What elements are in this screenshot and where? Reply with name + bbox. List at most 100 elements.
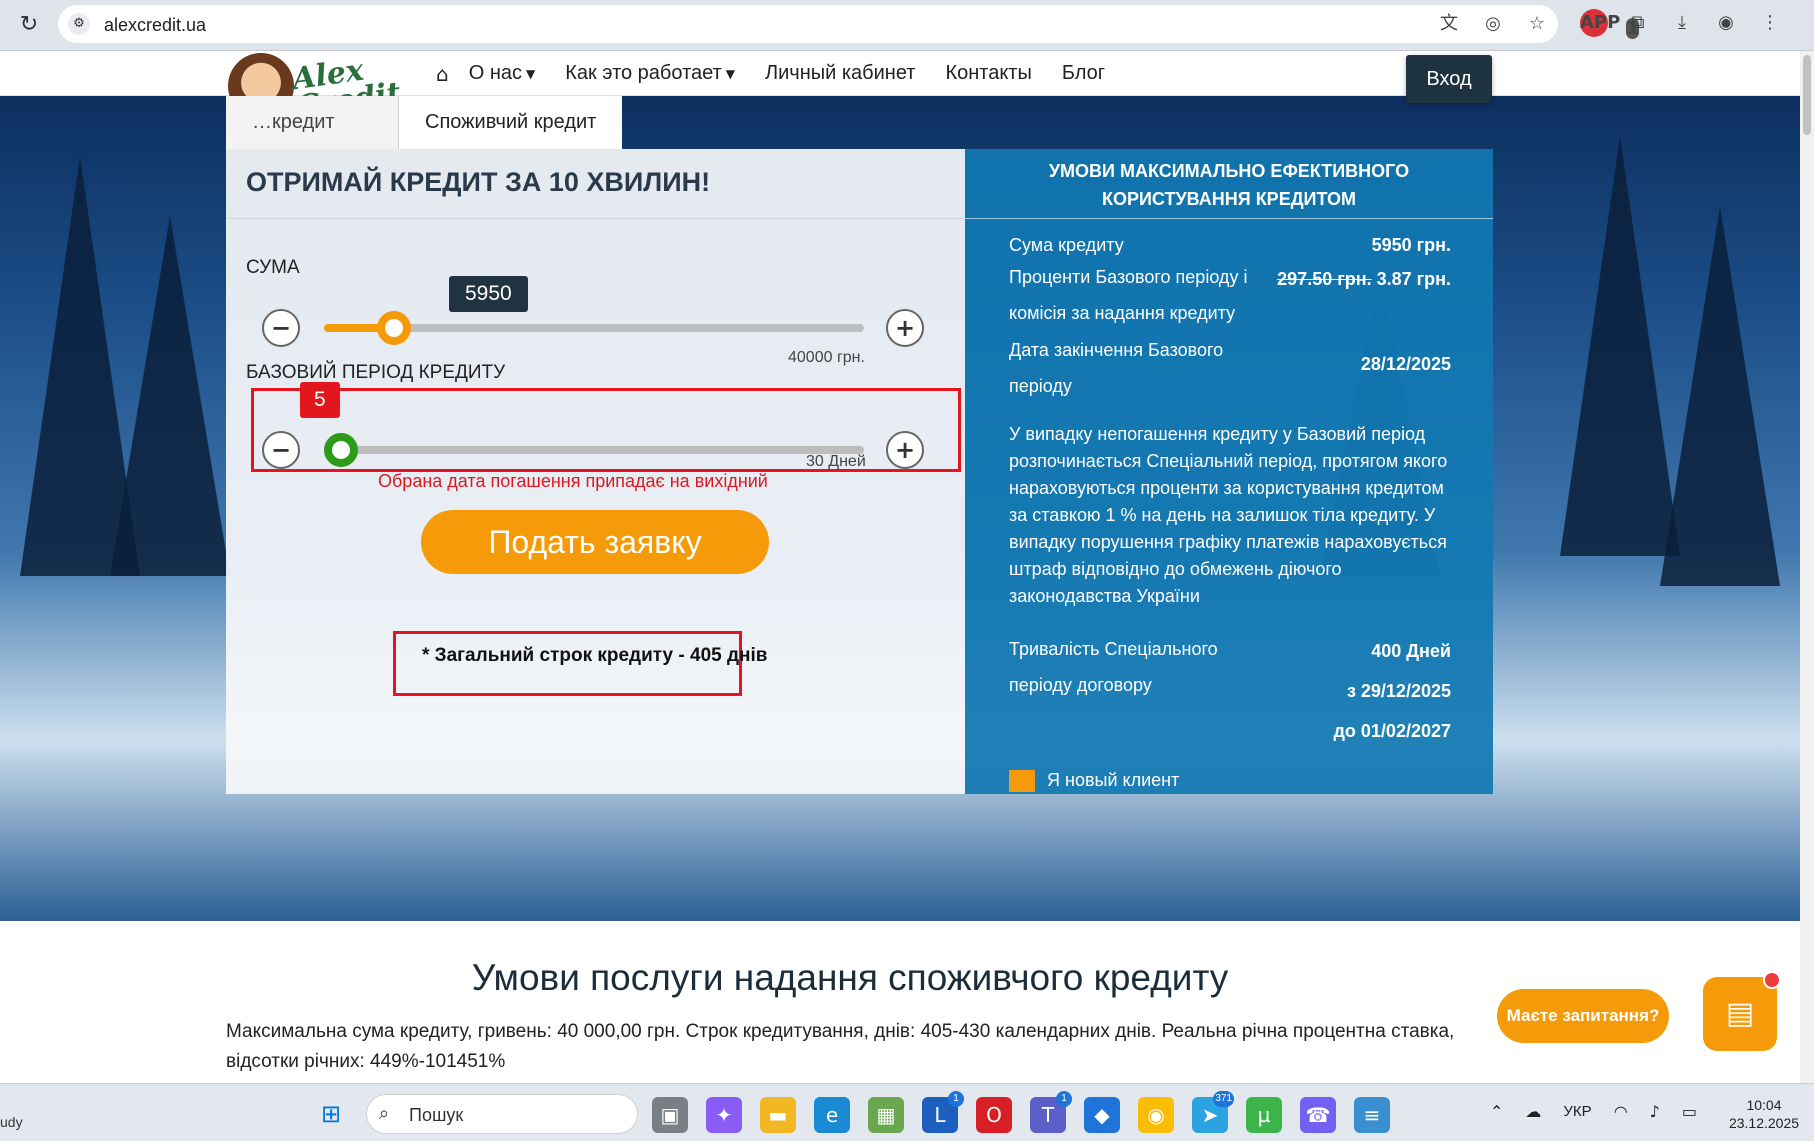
- caret-down-icon: ▼: [525, 66, 536, 81]
- l-app-badge: 1: [948, 1091, 964, 1107]
- translate-icon[interactable]: 文: [1436, 11, 1462, 37]
- profile-icon[interactable]: ◉: [1712, 9, 1740, 37]
- clock-time: 10:04: [1746, 1097, 1782, 1113]
- scrollbar-thumb[interactable]: [1803, 55, 1811, 135]
- nav-cabinet[interactable]: Личный кабинет: [765, 62, 915, 85]
- puzzle-icon[interactable]: ⧉: [1624, 9, 1652, 37]
- tab-microcredit[interactable]: …кредит: [226, 96, 399, 149]
- new-client-checkbox-row[interactable]: Я новый клиент: [1009, 770, 1180, 793]
- opera-icon[interactable]: O: [976, 1097, 1012, 1133]
- windows-start-icon[interactable]: ⊞: [316, 1099, 346, 1129]
- amount-label: СУМА: [246, 257, 300, 278]
- clock-date: 23.12.2025: [1728, 1115, 1800, 1131]
- browser-toolbar: ↻ ⚙ alexcredit.ua 文 ◎ ☆ APP 1 ⧉ ⤓ ◉ ⋮: [0, 0, 1814, 51]
- onedrive-icon[interactable]: ☁: [1525, 1102, 1541, 1121]
- chat-icon: ▤: [1725, 996, 1755, 1031]
- more-icon[interactable]: ⋮: [1756, 9, 1784, 37]
- nav-about[interactable]: О нас ▼: [469, 62, 536, 85]
- amount-tooltip: 5950: [449, 276, 528, 312]
- checkbox-checked-icon[interactable]: [1009, 770, 1035, 793]
- interest-value: 297.50 грн. 3.87 грн.: [1277, 261, 1451, 297]
- period-plus-button[interactable]: +: [886, 431, 924, 469]
- home-icon[interactable]: ⌂: [436, 62, 449, 86]
- conditions-title-line2: КОРИСТУВАННЯ КРЕДИТОМ: [1101, 189, 1356, 209]
- teams-badge: 1: [1056, 1091, 1072, 1107]
- new-client-label: Я новый клиент: [1047, 770, 1180, 790]
- period-slider-handle[interactable]: [324, 433, 358, 467]
- conditions-paragraph: У випадку непогашення кредиту у Базовий …: [1009, 424, 1448, 606]
- site-navbar: Alex Credit ⌂ О нас▼ Как это работает▼ Л…: [0, 51, 1810, 125]
- taskbar-search[interactable]: ⌕ Пошук: [366, 1094, 638, 1134]
- new-client-clip: Я новый клиент: [965, 764, 1493, 794]
- credit-calculator: ОТРИМАЙ КРЕДИТ ЗА 10 ХВИЛИН! СУМА 5950 −…: [226, 149, 965, 794]
- battery-icon[interactable]: ▭: [1682, 1102, 1697, 1121]
- language-indicator[interactable]: УКР: [1563, 1103, 1591, 1120]
- special-to: до 01/02/2027: [1333, 721, 1451, 741]
- telegram-badge: 371: [1213, 1091, 1234, 1107]
- copilot-icon[interactable]: ✦: [706, 1097, 742, 1133]
- windows-taskbar: udy ⊞ ⌕ Пошук ▣ ✦ ▬ e ▦ L1 O T1 ◆ ◉ ➤ 371…: [0, 1083, 1814, 1141]
- chat-button[interactable]: ▤: [1703, 971, 1781, 1051]
- teams-icon[interactable]: T1: [1030, 1091, 1072, 1133]
- system-clock[interactable]: 10:04 23.12.2025: [1724, 1096, 1804, 1132]
- period-slider-track[interactable]: [324, 446, 864, 454]
- chat-prompt-bubble[interactable]: Маєте запитання?: [1497, 989, 1669, 1043]
- period-label: БАЗОВИЙ ПЕРІОД КРЕДИТУ: [246, 362, 506, 383]
- total-term: * Загальний строк кредиту - 405 днів: [422, 645, 768, 666]
- page-scrollbar[interactable]: [1800, 51, 1814, 1083]
- extension-badge-label: APP: [1580, 12, 1621, 33]
- tab-consumer-credit[interactable]: Споживчий кредит: [399, 96, 623, 149]
- wifi-icon[interactable]: ◠: [1614, 1102, 1628, 1121]
- interest-label-2: комісія за надання кредиту: [1009, 303, 1236, 323]
- special-label: Тривалість Спеціального періоду договору: [1009, 631, 1218, 703]
- nav-how-it-works[interactable]: Как это работает ▼: [565, 62, 735, 85]
- conditions-title-line1: УМОВИ МАКСИМАЛЬНО ЕФЕКТИВНОГО: [1048, 161, 1410, 181]
- page: Alex Credit ⌂ О нас▼ Как это работает▼ Л…: [0, 51, 1814, 1083]
- nav-blog[interactable]: Блог: [1062, 62, 1105, 85]
- product-tabs: …кредит Споживчий кредит: [226, 96, 623, 149]
- utorrent-icon[interactable]: µ: [1246, 1097, 1282, 1133]
- conditions-title: УМОВИ МАКСИМАЛЬНО ЕФЕКТИВНОГО КОРИСТУВАН…: [965, 149, 1493, 219]
- extension-badge-icon[interactable]: APP 1: [1580, 9, 1639, 39]
- special-label-1: Тривалість Спеціального: [1009, 639, 1218, 659]
- notepad-icon[interactable]: ≡: [1354, 1097, 1390, 1133]
- url-text[interactable]: alexcredit.ua: [104, 15, 206, 36]
- special-from: з 29/12/2025: [1346, 681, 1451, 701]
- download-icon[interactable]: ⤓: [1668, 9, 1696, 37]
- apply-button[interactable]: Подать заявку: [421, 510, 769, 574]
- login-button[interactable]: Вход: [1406, 55, 1492, 103]
- interest-label-1: Проценти Базового періоду і: [1009, 267, 1248, 287]
- special-days: 400 Дней: [1371, 641, 1451, 661]
- calculator-title: ОТРИМАЙ КРЕДИТ ЗА 10 ХВИЛИН!: [226, 149, 965, 219]
- edge-icon[interactable]: e: [814, 1097, 850, 1133]
- taskbar-search-placeholder: Пошук: [409, 1105, 464, 1125]
- interest-old: 297.50 грн.: [1277, 269, 1372, 289]
- special-label-2: періоду договору: [1009, 675, 1152, 695]
- eye-off-icon[interactable]: ◎: [1480, 11, 1506, 37]
- store-icon[interactable]: ▦: [868, 1097, 904, 1133]
- viber-icon[interactable]: ☎: [1300, 1097, 1336, 1133]
- special-values: 400 Дней з 29/12/2025 до 01/02/2027: [1333, 631, 1451, 751]
- site-info-icon[interactable]: ⚙: [68, 13, 90, 35]
- tray-chevron-icon[interactable]: ⌃: [1490, 1102, 1503, 1121]
- dropbox-icon[interactable]: ◆: [1084, 1097, 1120, 1133]
- amount-plus-button[interactable]: +: [886, 309, 924, 347]
- address-bar[interactable]: ⚙ alexcredit.ua 文 ◎ ☆: [58, 5, 1558, 43]
- nav-about-label: О нас: [468, 62, 522, 84]
- chrome-icon[interactable]: ◉: [1138, 1097, 1174, 1133]
- file-explorer-icon[interactable]: ▬: [760, 1097, 796, 1133]
- task-view-icon[interactable]: ▣: [652, 1097, 688, 1133]
- search-icon: ⌕: [379, 1103, 390, 1124]
- volume-icon[interactable]: ♪: [1650, 1102, 1660, 1121]
- sum-value: 5950 грн.: [1371, 235, 1451, 255]
- period-minus-button[interactable]: −: [262, 431, 300, 469]
- taskbar-left-text: udy: [0, 1114, 23, 1130]
- nav-contacts[interactable]: Контакты: [945, 62, 1031, 85]
- telegram-icon[interactable]: ➤ 371: [1192, 1091, 1234, 1133]
- interest-label: Проценти Базового періоду і комісія за на…: [1009, 259, 1247, 331]
- star-icon[interactable]: ☆: [1524, 11, 1550, 37]
- reload-icon[interactable]: ↻: [14, 10, 44, 40]
- amount-minus-button[interactable]: −: [262, 309, 300, 347]
- amount-slider-handle[interactable]: [377, 311, 412, 345]
- l-app-icon[interactable]: L1: [922, 1091, 964, 1133]
